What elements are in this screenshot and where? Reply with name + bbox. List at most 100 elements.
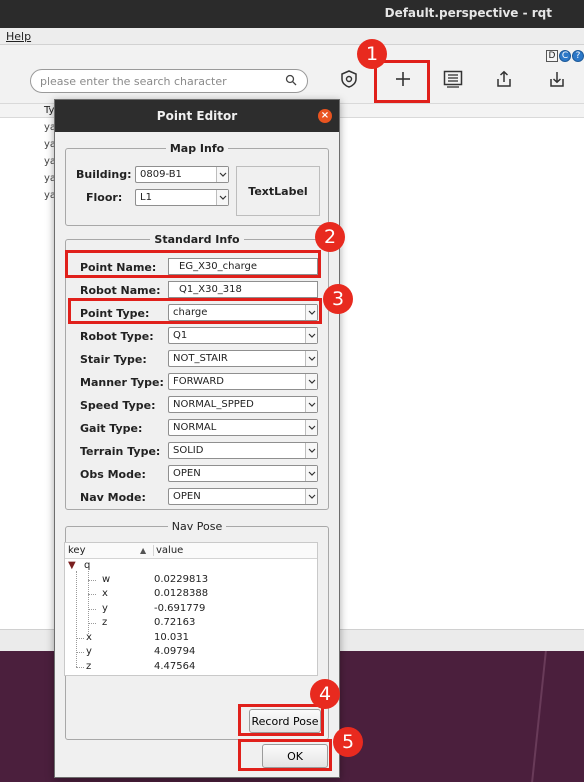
chevron-down-icon xyxy=(305,420,317,435)
chevron-down-icon xyxy=(305,328,317,343)
robot-type-select[interactable]: Q1 xyxy=(168,327,318,344)
tree-row-qy[interactable]: y xyxy=(102,603,108,614)
tree-value-qy: -0.691779 xyxy=(154,603,206,614)
download-button[interactable] xyxy=(543,65,571,93)
obs-mode-select[interactable]: OPEN xyxy=(168,465,318,482)
tree-header-value[interactable]: value xyxy=(153,545,183,556)
help-icon[interactable]: ? xyxy=(572,50,584,62)
tree-value-qz: 0.72163 xyxy=(154,617,196,628)
search-input[interactable] xyxy=(40,74,278,88)
tree-row-z[interactable]: z xyxy=(86,661,91,672)
menu-bar: Help xyxy=(0,28,584,45)
terrain-type-label: Terrain Type: xyxy=(80,445,161,458)
tree-row-qz[interactable]: z xyxy=(102,617,107,628)
tree-header: key ▲ value xyxy=(65,543,317,559)
chevron-down-icon xyxy=(305,489,317,504)
tree-row-q[interactable]: q xyxy=(84,560,90,571)
terrain-type-select[interactable]: SOLID xyxy=(168,442,318,459)
nav-mode-select[interactable]: OPEN xyxy=(168,488,318,505)
speed-type-select[interactable]: NORMAL_SPPED xyxy=(168,396,318,413)
tree-header-key[interactable]: key xyxy=(68,545,86,556)
text-label: TextLabel xyxy=(236,166,320,216)
table-header-type[interactable]: Ty xyxy=(44,105,54,116)
upload-button[interactable] xyxy=(490,65,518,93)
tree-branch-line xyxy=(76,652,84,653)
tree-branch-line xyxy=(88,623,96,624)
list-button[interactable] xyxy=(439,65,467,93)
robot-type-label: Robot Type: xyxy=(80,330,154,343)
dialog-title-bar: Point Editor × xyxy=(55,100,339,132)
annotation-badge-5: 5 xyxy=(333,727,363,757)
tree-branch-line xyxy=(88,594,96,595)
list-icon xyxy=(443,70,463,88)
refresh-icon[interactable]: C xyxy=(559,50,571,62)
expand-arrow-icon[interactable]: ▼ xyxy=(68,560,76,571)
menu-help[interactable]: Help xyxy=(6,30,31,43)
stair-type-label: Stair Type: xyxy=(80,353,147,366)
chevron-down-icon xyxy=(216,190,228,205)
tree-value-z: 4.47564 xyxy=(154,661,196,672)
search-icon[interactable] xyxy=(285,74,297,86)
floor-value: L1 xyxy=(140,192,152,203)
annotation-box-2 xyxy=(65,250,321,278)
gait-type-label: Gait Type: xyxy=(80,422,143,435)
chevron-down-icon xyxy=(305,397,317,412)
manner-type-label: Manner Type: xyxy=(80,376,164,389)
tree-branch-line xyxy=(76,667,84,668)
sort-ascending-icon: ▲ xyxy=(140,546,147,555)
window-title: Default.perspective - rqt xyxy=(384,6,552,20)
floor-label: Floor: xyxy=(86,191,123,204)
chevron-down-icon xyxy=(216,167,228,182)
dialog-title: Point Editor xyxy=(156,109,238,123)
close-icon[interactable]: × xyxy=(318,109,332,123)
stair-type-select[interactable]: NOT_STAIR xyxy=(168,350,318,367)
annotation-badge-4: 4 xyxy=(310,679,340,709)
nav-mode-label: Nav Mode: xyxy=(80,491,146,504)
tree-value-y: 4.09794 xyxy=(154,646,196,657)
nav-pose-tree[interactable]: key ▲ value ▼ q w 0.0229813 x 0.0128388 … xyxy=(64,542,318,676)
upload-icon xyxy=(497,70,511,87)
shield-icon xyxy=(341,70,357,88)
download-icon xyxy=(550,72,564,87)
manner-type-select[interactable]: FORWARD xyxy=(168,373,318,390)
annotation-badge-3: 3 xyxy=(323,284,353,314)
speed-type-label: Speed Type: xyxy=(80,399,156,412)
chevron-down-icon xyxy=(305,443,317,458)
tree-value-qw: 0.0229813 xyxy=(154,574,209,585)
floor-select[interactable]: L1 xyxy=(135,189,229,206)
tree-branch-line xyxy=(76,638,84,639)
annotation-box-5 xyxy=(238,739,332,771)
tree-value-qx: 0.0128388 xyxy=(154,588,209,599)
obs-mode-label: Obs Mode: xyxy=(80,468,146,481)
chevron-down-icon xyxy=(305,466,317,481)
tree-row-y[interactable]: y xyxy=(86,646,92,657)
building-select[interactable]: 0809-B1 xyxy=(135,166,229,183)
robot-name-label: Robot Name: xyxy=(80,284,161,297)
toolbar: D C ? xyxy=(0,45,584,103)
robot-name-field[interactable]: Q1_X30_318 xyxy=(168,281,318,298)
mini-icon-group: D C ? xyxy=(546,50,584,63)
chevron-down-icon xyxy=(305,351,317,366)
tree-row-qx[interactable]: x xyxy=(102,588,108,599)
tree-branch-line xyxy=(88,580,96,581)
d-icon[interactable]: D xyxy=(546,50,558,62)
desktop-decoration xyxy=(531,651,565,782)
tree-branch-line xyxy=(88,609,96,610)
annotation-box-3 xyxy=(68,298,322,324)
annotation-badge-2: 2 xyxy=(315,222,345,252)
shield-button[interactable] xyxy=(335,65,363,93)
tree-value-x: 10.031 xyxy=(154,632,189,643)
map-info-title: Map Info xyxy=(66,142,328,155)
title-bar: Default.perspective - rqt xyxy=(0,0,584,28)
building-label: Building: xyxy=(76,168,132,181)
annotation-badge-1: 1 xyxy=(357,39,387,69)
nav-pose-title: Nav Pose xyxy=(66,520,328,533)
standard-info-title: Standard Info xyxy=(66,233,328,246)
chevron-down-icon xyxy=(305,374,317,389)
annotation-box-1 xyxy=(374,60,430,103)
tree-row-x[interactable]: x xyxy=(86,632,92,643)
search-box[interactable] xyxy=(30,69,308,93)
tree-row-qw[interactable]: w xyxy=(102,574,110,585)
gait-type-select[interactable]: NORMAL xyxy=(168,419,318,436)
annotation-box-4 xyxy=(238,704,324,736)
